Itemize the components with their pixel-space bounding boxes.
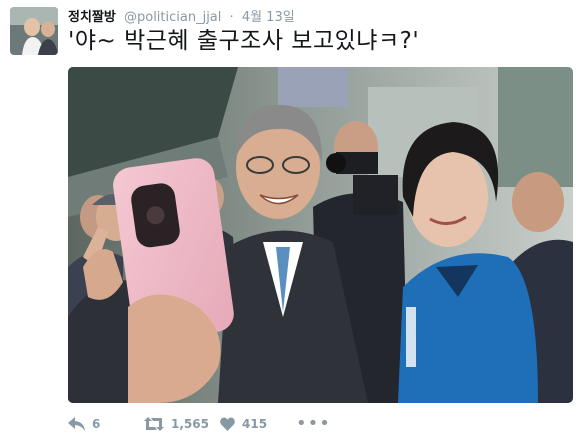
retweet-button[interactable]: 1,565 [144,417,220,431]
tweet-actions: 6 1,565 415 ••• [68,412,331,436]
reply-count: 6 [92,417,101,431]
tweet-text: '야~ 박근혜 출구조사 보고있냐ㅋ?' [68,28,420,54]
tweet-photo[interactable] [68,67,573,403]
avatar[interactable] [10,7,58,55]
author-name[interactable]: 정치짤방 [68,10,116,25]
retweet-icon [144,417,164,431]
tweet: 정치짤방 @politician_jjal · 4월 13일 '야~ 박근혜 출… [0,0,579,437]
more-icon: ••• [296,413,331,434]
retweet-count: 1,565 [171,417,209,431]
tweet-timestamp[interactable]: 4월 13일 [242,10,295,25]
reply-button[interactable]: 6 [68,417,144,431]
separator-dot: · [229,10,234,25]
tweet-header: 정치짤방 @politician_jjal · 4월 13일 [68,6,295,25]
reply-icon [68,417,85,431]
author-handle[interactable]: @politician_jjal [124,10,221,25]
like-count: 415 [242,417,268,431]
heart-icon [220,417,235,431]
like-button[interactable]: 415 [220,417,296,431]
more-button[interactable]: ••• [296,413,331,434]
